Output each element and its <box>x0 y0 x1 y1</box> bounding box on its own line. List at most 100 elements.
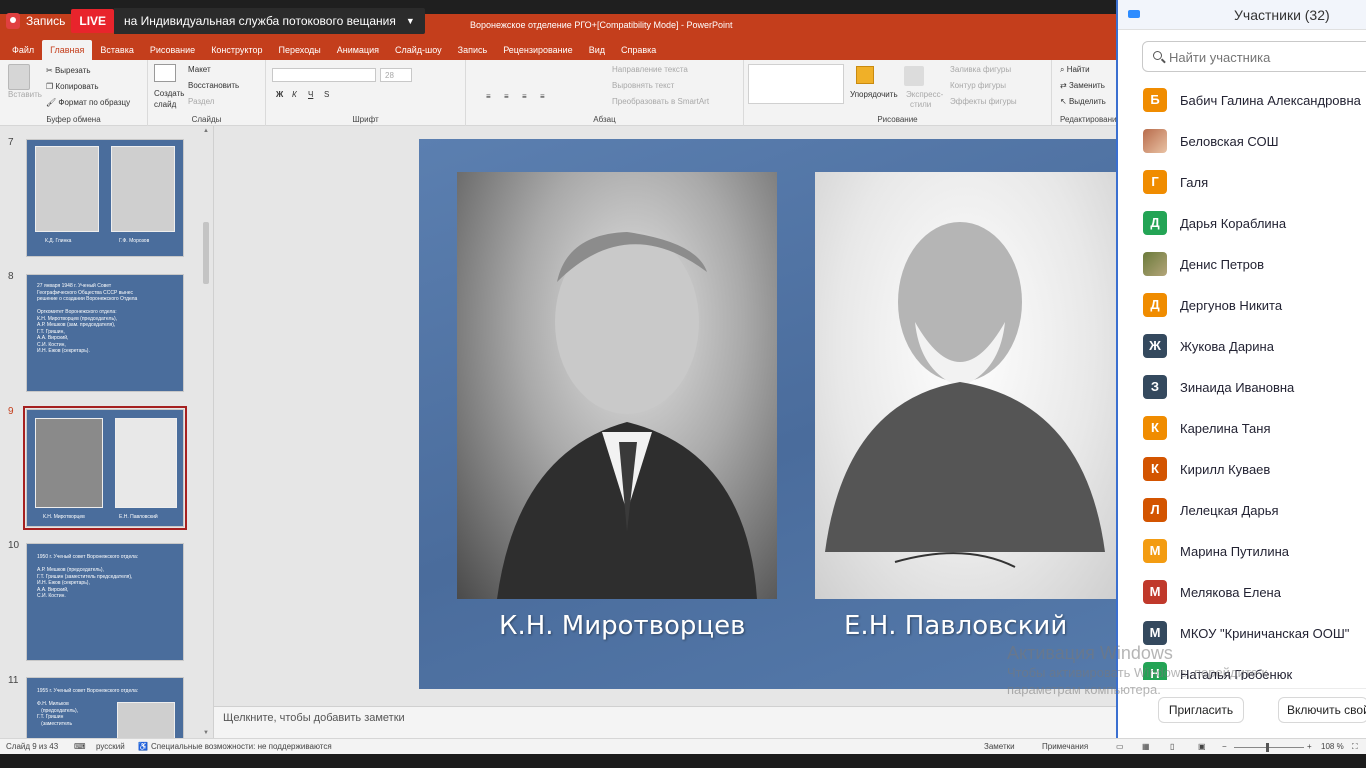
reset-button[interactable]: Восстановить <box>188 81 239 90</box>
slide-thumbnail-9[interactable]: К.Н. Миротворцев Е.Н. Павловский <box>23 406 187 530</box>
font-size-field[interactable]: 28 <box>380 68 412 82</box>
fit-to-window-icon[interactable]: ⛶ <box>1352 742 1358 752</box>
participant-item[interactable]: Денис Петров <box>1118 244 1366 285</box>
comments-toggle[interactable]: Примечания <box>1042 742 1088 751</box>
slide-thumbnail-8[interactable]: 27 января 1948 г. Ученый Совет Географич… <box>26 274 184 392</box>
section-button[interactable]: Раздел <box>188 97 214 106</box>
font-name-field[interactable] <box>272 68 376 82</box>
layout-button[interactable]: Макет <box>188 65 211 74</box>
align-right-icon[interactable]: ≡ <box>522 92 527 101</box>
participant-search[interactable] <box>1142 41 1366 72</box>
copy-button[interactable]: ❐ Копировать <box>46 82 98 91</box>
format-painter-button[interactable]: 🖌 Формат по образцу <box>46 98 130 107</box>
tab-9[interactable]: Рецензирование <box>495 45 581 60</box>
zoom-in-icon[interactable]: + <box>1307 742 1312 751</box>
slide-sorter-icon[interactable]: ▦ <box>1142 742 1150 751</box>
participant-item[interactable]: Д Дергунов Никита <box>1118 285 1366 326</box>
participant-item[interactable]: К Кирилл Куваев <box>1118 449 1366 490</box>
language-indicator[interactable]: русский <box>96 742 125 751</box>
participant-item[interactable]: Б Бабич Галина Александровна <box>1118 80 1366 121</box>
slide-caption-right[interactable]: Е.Н. Павловский <box>844 611 1067 641</box>
spellcheck-icon[interactable]: ⌨ <box>74 742 86 751</box>
new-slide-button-line2[interactable]: слайд <box>154 100 176 109</box>
current-slide[interactable]: К.Н. Миротворцев Е.Н. Павловский <box>419 139 1116 689</box>
replace-button[interactable]: ⇄ Заменить <box>1060 81 1105 90</box>
participant-item[interactable]: Н Наталья Гребенюк <box>1118 654 1366 680</box>
shape-effects-button[interactable]: Эффекты фигуры <box>950 97 1017 106</box>
participant-item[interactable]: К Карелина Таня <box>1118 408 1366 449</box>
shapes-gallery[interactable] <box>748 64 844 104</box>
paste-button[interactable]: Вставить <box>8 90 42 99</box>
unmute-self-button[interactable]: Включить свой звук <box>1278 697 1366 723</box>
tab-11[interactable]: Справка <box>613 45 664 60</box>
participant-item[interactable]: З Зинаида Ивановна <box>1118 367 1366 408</box>
accessibility-status[interactable]: Специальные возможности: не поддерживают… <box>151 742 332 751</box>
find-button[interactable]: ⌕ Найти <box>1060 65 1090 75</box>
participant-item[interactable]: Г Галя <box>1118 162 1366 203</box>
participant-item[interactable]: М Марина Путилина <box>1118 531 1366 572</box>
shape-fill-button[interactable]: Заливка фигуры <box>950 65 1011 74</box>
tab-10[interactable]: Вид <box>581 45 613 60</box>
justify-icon[interactable]: ≡ <box>540 92 545 101</box>
zoom-out-icon[interactable]: − <box>1222 742 1227 751</box>
quick-styles-button[interactable]: Экспресс- <box>906 90 943 99</box>
new-slide-icon[interactable] <box>154 64 176 82</box>
zoom-slider-handle[interactable] <box>1266 743 1269 752</box>
slide-caption-left[interactable]: К.Н. Миротворцев <box>499 611 745 641</box>
participant-item[interactable]: Д Дарья Кораблина <box>1118 203 1366 244</box>
participant-item[interactable]: Ж Жукова Дарина <box>1118 326 1366 367</box>
scroll-up-icon[interactable]: ▲ <box>203 128 209 134</box>
quick-styles-icon[interactable] <box>904 66 924 86</box>
new-slide-button[interactable]: Создать <box>154 89 184 98</box>
cut-button[interactable]: ✂ Вырезать <box>46 66 91 75</box>
scroll-handle[interactable] <box>203 222 209 284</box>
paste-icon[interactable] <box>8 64 30 90</box>
tab-5[interactable]: Переходы <box>271 45 329 60</box>
slide-thumbnail-10[interactable]: 1950 г. Ученый совет Воронежского отдела… <box>26 543 184 661</box>
bold-icon[interactable]: Ж <box>276 90 283 99</box>
slide-thumbnail-7[interactable]: К.Д. Глинка Г.Ф. Морозов <box>26 139 184 257</box>
notes-pane[interactable]: Щелкните, чтобы добавить заметки <box>214 706 1116 738</box>
slideshow-icon[interactable]: ▣ <box>1198 742 1206 751</box>
align-left-icon[interactable]: ≡ <box>486 92 491 101</box>
italic-icon[interactable]: К <box>292 90 297 99</box>
invite-button[interactable]: Пригласить <box>1158 697 1244 723</box>
thumbnail-scrollbar[interactable]: ▲ ▼ <box>201 126 211 738</box>
align-text-button[interactable]: Выровнять текст <box>612 81 674 90</box>
quick-styles-button-line2[interactable]: стили <box>910 100 931 109</box>
reading-view-icon[interactable]: ▯ <box>1170 742 1174 751</box>
shape-outline-button[interactable]: Контур фигуры <box>950 81 1006 90</box>
portrait-photo-right[interactable] <box>815 172 1116 599</box>
align-center-icon[interactable]: ≡ <box>504 92 509 101</box>
text-direction-button[interactable]: Направление текста <box>612 65 688 74</box>
participant-item[interactable]: Л Лелецкая Дарья <box>1118 490 1366 531</box>
stream-target-dropdown[interactable]: на Индивидуальная служба потокового веща… <box>114 8 425 34</box>
select-button[interactable]: ↖ Выделить <box>1060 97 1106 106</box>
tab-0[interactable]: Файл <box>4 45 42 60</box>
tab-3[interactable]: Рисование <box>142 45 203 60</box>
tab-4[interactable]: Конструктор <box>203 45 270 60</box>
record-label[interactable]: Запись <box>26 14 65 28</box>
tab-1[interactable]: Главная <box>42 40 93 60</box>
normal-view-icon[interactable]: ▭ <box>1116 742 1124 751</box>
portrait-photo-left[interactable] <box>457 172 777 599</box>
tab-8[interactable]: Запись <box>450 45 496 60</box>
convert-smartart-button[interactable]: Преобразовать в SmartArt <box>612 97 709 106</box>
arrange-icon[interactable] <box>856 66 874 84</box>
underline-icon[interactable]: Ч <box>308 90 313 99</box>
zoom-level[interactable]: 108 % <box>1321 742 1344 751</box>
tab-2[interactable]: Вставка <box>92 45 141 60</box>
tab-7[interactable]: Слайд-шоу <box>387 45 450 60</box>
participant-item[interactable]: М Мелякова Елена <box>1118 572 1366 613</box>
notes-toggle[interactable]: Заметки <box>984 742 1015 751</box>
zoom-slider[interactable] <box>1234 747 1304 748</box>
participant-item[interactable]: М МКОУ "Криничанская ООШ" <box>1118 613 1366 654</box>
tab-6[interactable]: Анимация <box>329 45 387 60</box>
shadow-icon[interactable]: S <box>324 90 329 99</box>
arrange-button[interactable]: Упорядочить <box>850 90 898 99</box>
record-icon[interactable] <box>6 13 20 29</box>
slide-thumbnail-11[interactable]: 1955 г. Ученый совет Воронежского отдела… <box>26 677 184 738</box>
participant-search-input[interactable] <box>1169 48 1366 66</box>
participant-item[interactable]: Беловская СОШ <box>1118 121 1366 162</box>
scroll-down-icon[interactable]: ▼ <box>203 730 209 736</box>
